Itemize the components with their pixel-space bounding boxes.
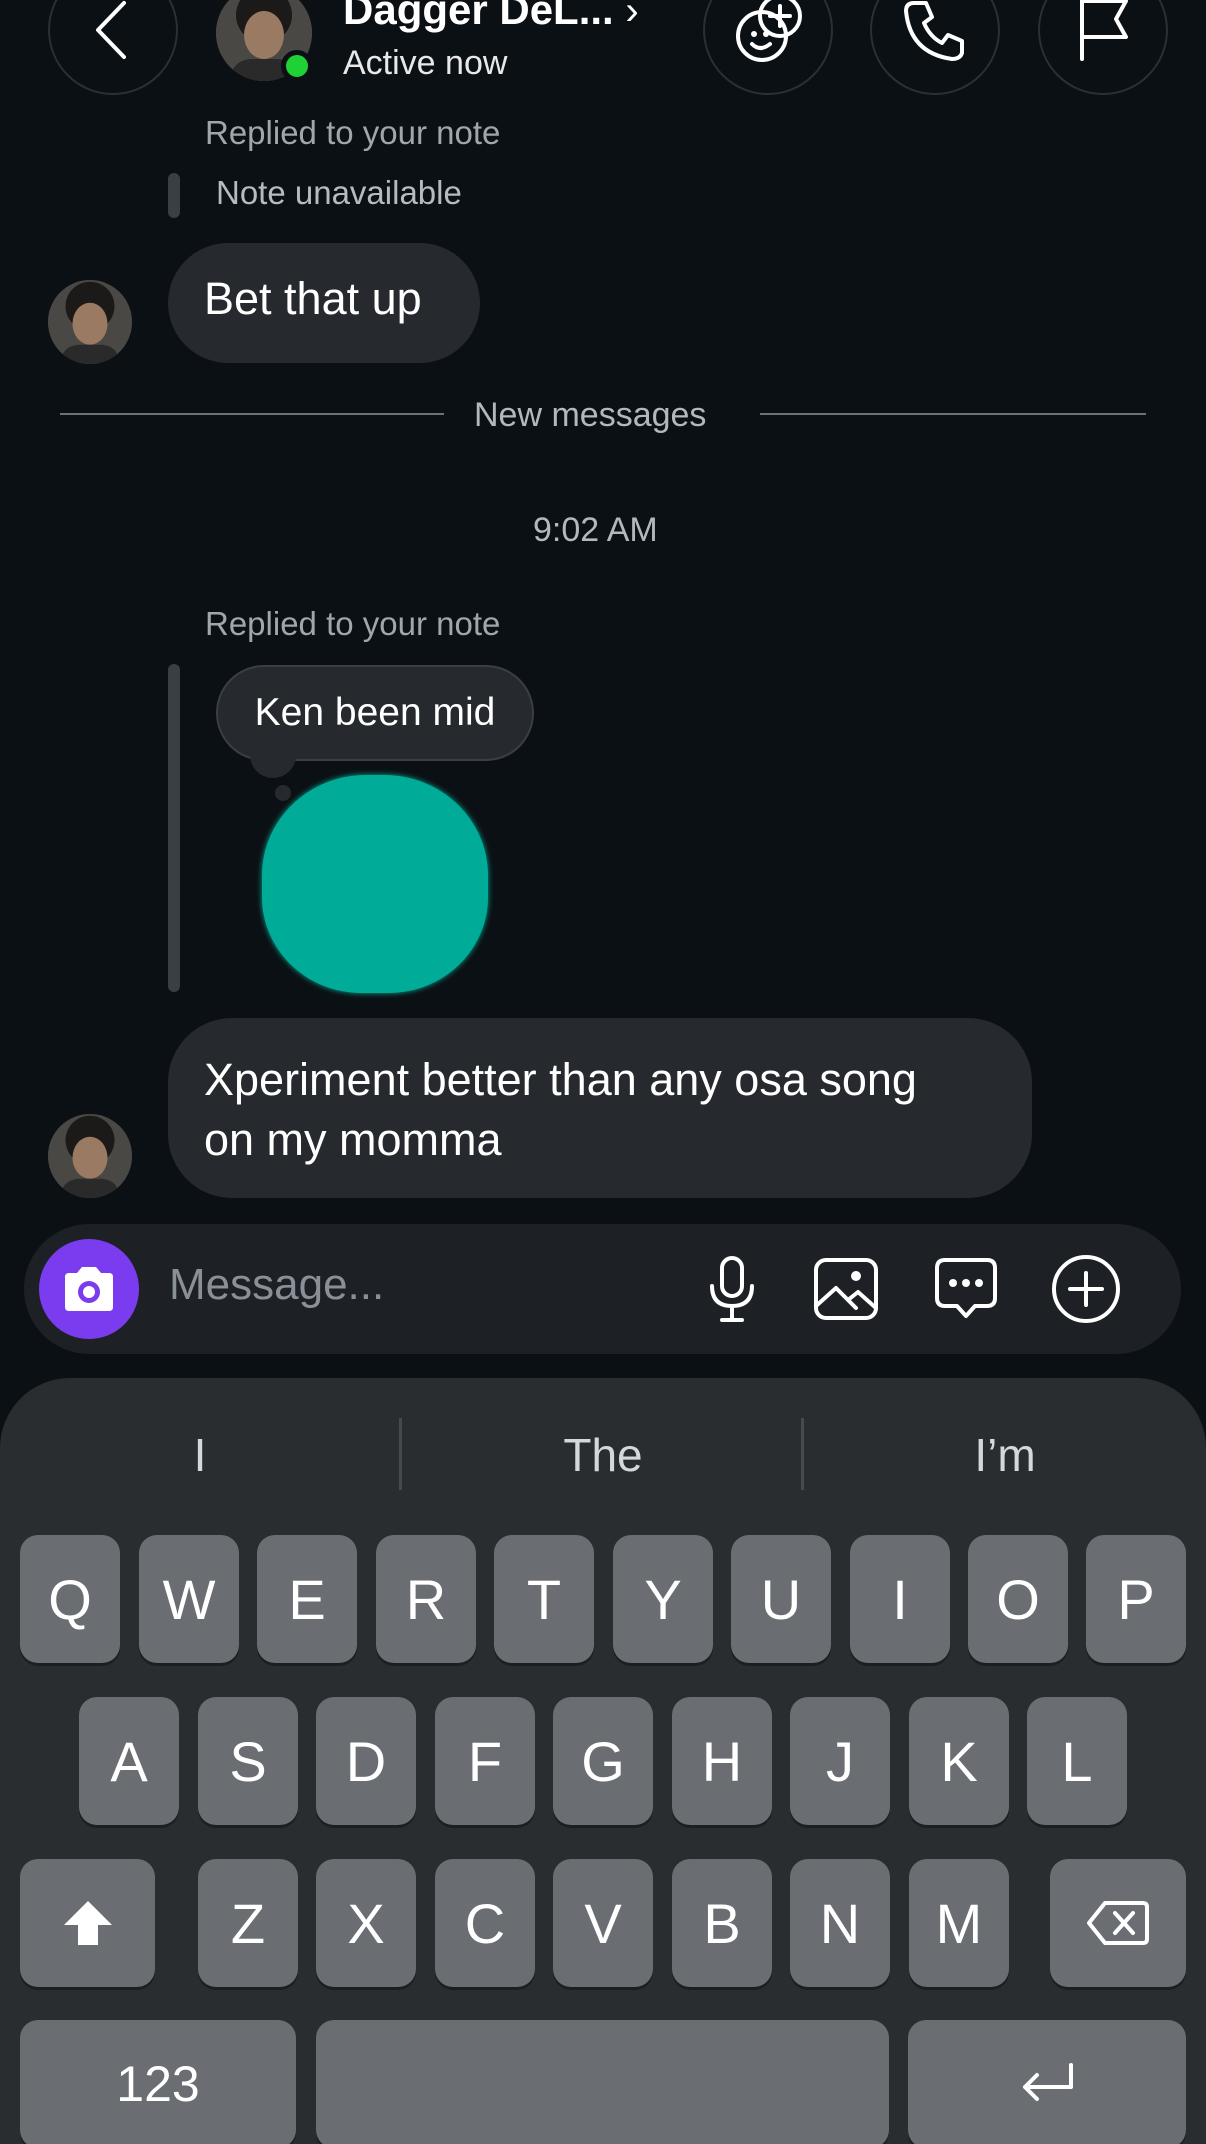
key-l[interactable]: L (1027, 1697, 1127, 1825)
key-z[interactable]: Z (198, 1859, 298, 1987)
more-button[interactable] (1046, 1249, 1126, 1329)
key-o[interactable]: O (968, 1535, 1068, 1663)
key-h[interactable]: H (672, 1697, 772, 1825)
note-tail (250, 752, 296, 778)
backspace-icon (1087, 1901, 1149, 1945)
sticker-button[interactable] (926, 1249, 1006, 1329)
report-button[interactable] (1038, 0, 1168, 95)
effects-icon (736, 0, 802, 62)
suggestion-divider (801, 1418, 804, 1490)
suggestion-1[interactable]: I (0, 1420, 400, 1490)
key-r[interactable]: R (376, 1535, 476, 1663)
divider-line (760, 413, 1146, 415)
gallery-button[interactable] (806, 1249, 886, 1329)
reply-bar (168, 664, 180, 992)
key-p[interactable]: P (1086, 1535, 1186, 1663)
key-d[interactable]: D (316, 1697, 416, 1825)
key-n[interactable]: N (790, 1859, 890, 1987)
reply-note-unavailable: Note unavailable (216, 174, 462, 211)
message-bubble[interactable]: Xperiment better than any osa song on my… (168, 1018, 1032, 1198)
note-avatar-blob (262, 775, 488, 993)
timestamp: 9:02 AM (533, 511, 658, 549)
contact-status: Active now (343, 44, 508, 82)
effects-button[interactable] (703, 0, 833, 95)
contact-name[interactable]: Dagger DeL... › (343, 0, 639, 34)
flag-icon (1080, 0, 1128, 61)
key-b[interactable]: B (672, 1859, 772, 1987)
note-bubble[interactable]: Ken been mid (216, 665, 534, 761)
shift-key[interactable] (20, 1859, 155, 1987)
key-s[interactable]: S (198, 1697, 298, 1825)
key-i[interactable]: I (850, 1535, 950, 1663)
backspace-key[interactable] (1050, 1859, 1186, 1987)
key-q[interactable]: Q (20, 1535, 120, 1663)
message-text-line: Xperiment better than any osa song (204, 1054, 917, 1105)
key-y[interactable]: Y (613, 1535, 713, 1663)
sender-avatar[interactable] (48, 1114, 132, 1198)
online-indicator (281, 50, 313, 82)
microphone-icon (710, 1256, 754, 1322)
key-j[interactable]: J (790, 1697, 890, 1825)
key-e[interactable]: E (257, 1535, 357, 1663)
reply-bar (168, 173, 180, 218)
key-t[interactable]: T (494, 1535, 594, 1663)
note-tail-dot (275, 785, 291, 801)
message-text: Bet that up (204, 273, 422, 324)
note-text: Ken been mid (254, 691, 496, 734)
space-key[interactable] (316, 2020, 889, 2144)
camera-icon (65, 1267, 113, 1311)
phone-icon (904, 1, 964, 61)
sender-avatar[interactable] (48, 280, 132, 364)
call-button[interactable] (870, 0, 1000, 95)
message-text-line: on my momma (204, 1114, 502, 1165)
message-composer: Message... (24, 1224, 1181, 1354)
reply-label: Replied to your note (205, 605, 501, 642)
return-key[interactable] (908, 2020, 1186, 2144)
key-w[interactable]: W (139, 1535, 239, 1663)
voice-button[interactable] (692, 1249, 772, 1329)
key-g[interactable]: G (553, 1697, 653, 1825)
gallery-icon (814, 1258, 878, 1320)
key-x[interactable]: X (316, 1859, 416, 1987)
key-m[interactable]: M (909, 1859, 1009, 1987)
plus-icon (1052, 1255, 1120, 1323)
back-button[interactable] (48, 0, 178, 95)
reply-label: Replied to your note (205, 114, 501, 151)
message-bubble[interactable]: Bet that up (168, 243, 480, 363)
key-v[interactable]: V (553, 1859, 653, 1987)
profile-photo (48, 280, 132, 364)
return-icon (1023, 2063, 1073, 2101)
suggestion-2[interactable]: The (403, 1420, 803, 1490)
suggestion-3[interactable]: I’m (805, 1420, 1205, 1490)
back-icon (96, 1, 126, 59)
shift-icon (63, 1901, 112, 1945)
suggestion-divider (399, 1418, 402, 1490)
key-a[interactable]: A (79, 1697, 179, 1825)
key-c[interactable]: C (435, 1859, 535, 1987)
new-messages-divider: New messages (474, 396, 707, 434)
divider-line (60, 413, 444, 415)
key-k[interactable]: K (909, 1697, 1009, 1825)
numbers-key[interactable]: 123 (20, 2020, 296, 2144)
message-input[interactable]: Message... (169, 1260, 384, 1310)
key-f[interactable]: F (435, 1697, 535, 1825)
chat-bubble-icon (935, 1258, 997, 1318)
profile-photo (48, 1114, 132, 1198)
key-u[interactable]: U (731, 1535, 831, 1663)
camera-button[interactable] (39, 1239, 139, 1339)
